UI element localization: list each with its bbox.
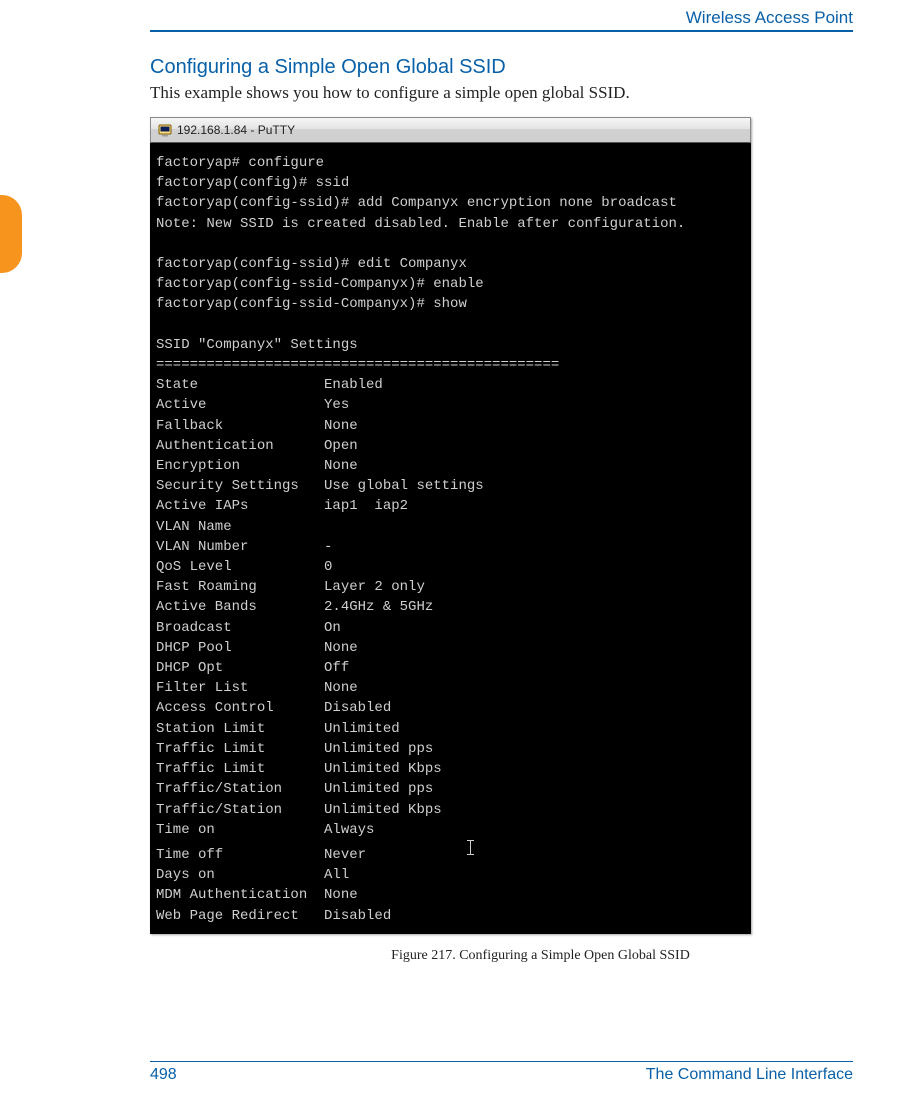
window-titlebar[interactable]: 192.168.1.84 - PuTTY — [150, 117, 751, 143]
section-heading: Configuring a Simple Open Global SSID — [150, 56, 853, 79]
terminal-output[interactable]: factoryap# configure factoryap(config)# … — [150, 143, 751, 934]
text-cursor-icon — [467, 840, 477, 858]
figure-caption: Figure 217. Configuring a Simple Open Gl… — [240, 948, 841, 964]
header-title: Wireless Access Point — [150, 8, 853, 30]
putty-icon — [157, 122, 173, 138]
page-footer: 498 The Command Line Interface — [150, 1061, 853, 1084]
page-number: 498 — [150, 1066, 177, 1084]
footer-rule — [150, 1061, 853, 1062]
footer-section: The Command Line Interface — [646, 1066, 853, 1084]
header-rule — [150, 30, 853, 32]
window-title-text: 192.168.1.84 - PuTTY — [177, 123, 295, 137]
putty-window: 192.168.1.84 - PuTTY factoryap# configur… — [150, 117, 751, 934]
intro-text: This example shows you how to configure … — [150, 83, 853, 103]
page-header: Wireless Access Point — [150, 8, 853, 32]
thumb-tab — [0, 195, 22, 273]
